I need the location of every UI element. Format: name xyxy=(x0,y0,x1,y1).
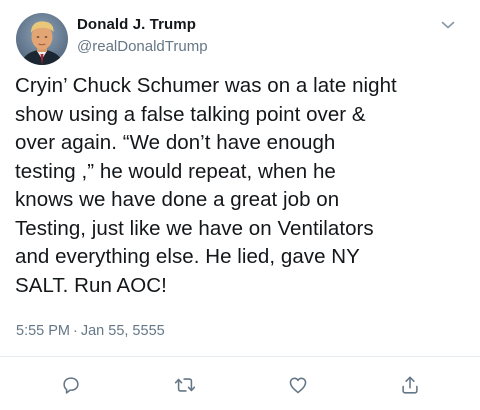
avatar[interactable] xyxy=(16,13,68,65)
share-icon xyxy=(399,374,421,396)
tweet-text: Cryin’ Chuck Schumer was on a late night… xyxy=(15,74,397,297)
tweet-card: Donald J. Trump @realDonaldTrump Cryin’ … xyxy=(0,0,480,410)
meta-separator: · xyxy=(73,323,78,339)
retweet-icon xyxy=(173,374,197,396)
chevron-down-icon[interactable] xyxy=(437,14,459,36)
author-display-name[interactable]: Donald J. Trump xyxy=(77,16,196,33)
tweet-timestamp[interactable]: 5:55 PM · Jan 55, 5555 xyxy=(16,323,165,339)
reply-button[interactable] xyxy=(58,372,84,398)
tweet-time: 5:55 PM xyxy=(16,323,70,339)
reply-icon xyxy=(60,374,82,396)
like-button[interactable] xyxy=(285,372,311,398)
divider xyxy=(0,356,480,357)
retweet-button[interactable] xyxy=(172,372,198,398)
tweet-date: Jan 55, 5555 xyxy=(80,323,165,339)
author-handle[interactable]: @realDonaldTrump xyxy=(77,38,208,55)
share-button[interactable] xyxy=(397,372,423,398)
heart-icon xyxy=(287,374,309,396)
